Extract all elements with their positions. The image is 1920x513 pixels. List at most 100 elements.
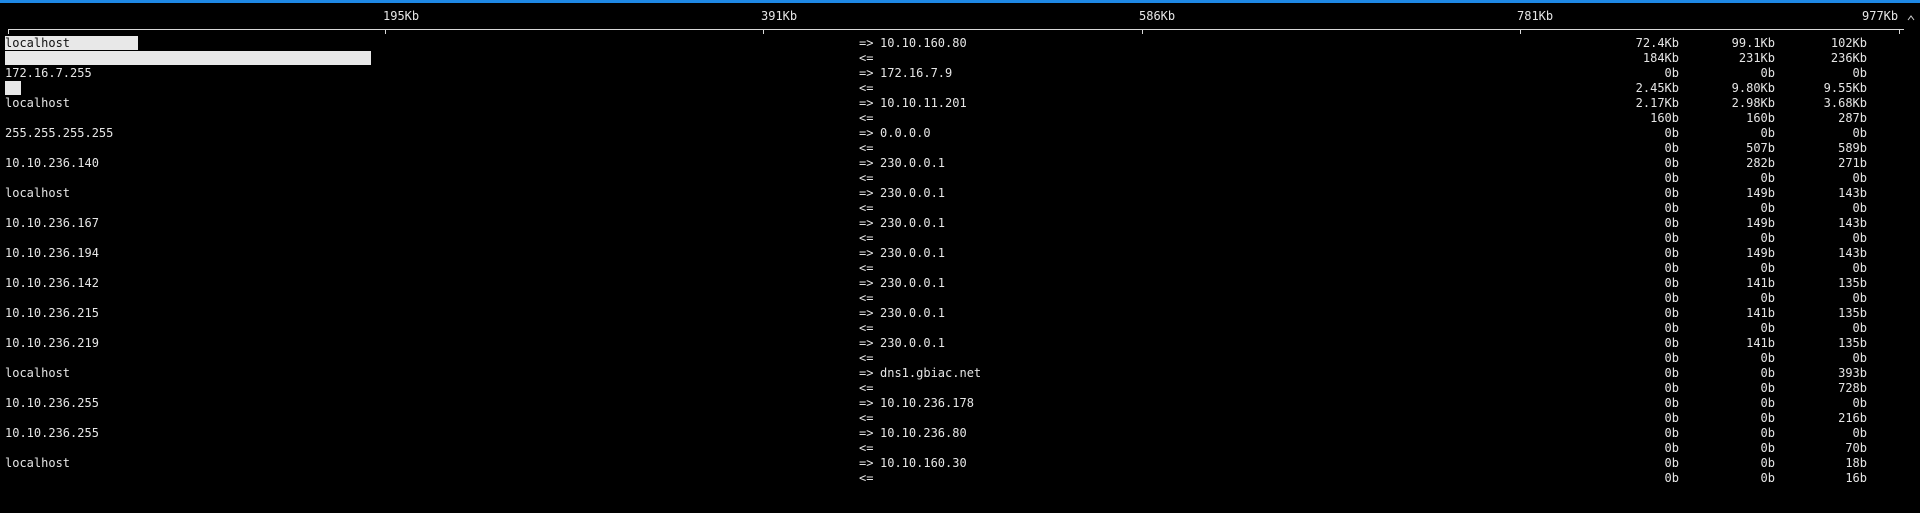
inbound-arrow: <= — [859, 441, 874, 455]
scale-tick — [1899, 29, 1900, 34]
destination-host: 230.0.0.1 — [880, 216, 946, 230]
recv-rate-2s: 0b — [1664, 381, 1679, 395]
outbound-arrow: => — [859, 456, 874, 470]
destination-host: 10.10.160.80 — [880, 36, 967, 50]
send-rate-2s: 0b — [1664, 186, 1679, 200]
recv-rate-2s: 0b — [1664, 321, 1679, 335]
send-rate-2s: 0b — [1664, 336, 1679, 350]
send-rate-10s: 149b — [1746, 186, 1775, 200]
source-host: 10.10.236.219 — [5, 336, 99, 350]
source-host: 10.10.236.194 — [5, 246, 99, 260]
send-rate-40s: 393b — [1838, 366, 1867, 380]
destination-host: 230.0.0.1 — [880, 306, 946, 320]
send-rate-2s: 0b — [1664, 156, 1679, 170]
recv-rate-2s: 0b — [1664, 411, 1679, 425]
outbound-arrow: => — [859, 366, 874, 380]
recv-rate-10s: 0b — [1760, 381, 1775, 395]
send-rate-2s: 0b — [1664, 456, 1679, 470]
outbound-arrow: => — [859, 36, 874, 50]
inbound-arrow: <= — [859, 381, 874, 395]
send-rate-2s: 0b — [1664, 396, 1679, 410]
recv-rate-2s: 0b — [1664, 171, 1679, 185]
outbound-arrow: => — [859, 246, 874, 260]
outbound-arrow: => — [859, 186, 874, 200]
send-rate-10s: 0b — [1760, 66, 1775, 80]
send-rate-2s: 0b — [1664, 246, 1679, 260]
recv-rate-10s: 507b — [1746, 141, 1775, 155]
outbound-arrow: => — [859, 216, 874, 230]
scale-label: 781Kb — [1517, 9, 1554, 23]
outbound-arrow: => — [859, 306, 874, 320]
inbound-arrow: <= — [859, 321, 874, 335]
send-rate-10s: 0b — [1760, 126, 1775, 140]
source-host: localhost — [5, 456, 71, 470]
scale-tick — [1520, 29, 1521, 34]
outbound-arrow: => — [859, 96, 874, 110]
inbound-arrow: <= — [859, 201, 874, 215]
destination-host: 230.0.0.1 — [880, 156, 946, 170]
source-host: 255.255.255.255 — [5, 126, 114, 140]
recv-rate-2s: 0b — [1664, 291, 1679, 305]
inbound-arrow: <= — [859, 471, 874, 485]
outbound-arrow: => — [859, 336, 874, 350]
recv-rate-40s: 216b — [1838, 411, 1867, 425]
send-rate-40s: 135b — [1838, 336, 1867, 350]
source-host: 172.16.7.255 — [5, 66, 92, 80]
send-rate-10s: 141b — [1746, 306, 1775, 320]
recv-rate-2s: 2.45Kb — [1635, 81, 1679, 95]
outbound-arrow: => — [859, 156, 874, 170]
outbound-arrow: => — [859, 66, 874, 80]
window-top-accent — [0, 0, 1920, 3]
send-rate-10s: 99.1Kb — [1731, 36, 1775, 50]
send-rate-40s: 143b — [1838, 216, 1867, 230]
send-rate-10s: 0b — [1760, 396, 1775, 410]
inbound-arrow: <= — [859, 81, 874, 95]
recv-rate-bar — [5, 81, 21, 95]
destination-host: 230.0.0.1 — [880, 276, 946, 290]
recv-rate-40s: 0b — [1852, 171, 1867, 185]
send-rate-10s: 149b — [1746, 216, 1775, 230]
recv-rate-40s: 70b — [1845, 441, 1867, 455]
recv-rate-10s: 0b — [1760, 261, 1775, 275]
scale-label: 977Kb — [1862, 9, 1899, 23]
recv-rate-10s: 0b — [1760, 321, 1775, 335]
recv-rate-10s: 0b — [1760, 171, 1775, 185]
send-rate-40s: 102Kb — [1830, 36, 1867, 50]
send-rate-10s: 282b — [1746, 156, 1775, 170]
scale-tick — [385, 29, 386, 34]
recv-rate-2s: 0b — [1664, 471, 1679, 485]
send-rate-40s: 0b — [1852, 126, 1867, 140]
scale-label: 391Kb — [761, 9, 798, 23]
source-host: 10.10.236.167 — [5, 216, 99, 230]
inbound-arrow: <= — [859, 111, 874, 125]
recv-rate-10s: 0b — [1760, 441, 1775, 455]
recv-rate-40s: 0b — [1852, 201, 1867, 215]
recv-rate-2s: 0b — [1664, 141, 1679, 155]
recv-rate-2s: 184Kb — [1642, 51, 1679, 65]
recv-rate-2s: 0b — [1664, 441, 1679, 455]
send-rate-10s: 149b — [1746, 246, 1775, 260]
send-rate-2s: 0b — [1664, 366, 1679, 380]
recv-rate-10s: 0b — [1760, 411, 1775, 425]
source-host: localhost — [5, 36, 71, 50]
send-rate-2s: 0b — [1664, 126, 1679, 140]
inbound-arrow: <= — [859, 141, 874, 155]
scale-tick — [1142, 29, 1143, 34]
recv-rate-40s: 0b — [1852, 231, 1867, 245]
send-rate-2s: 0b — [1664, 66, 1679, 80]
recv-rate-40s: 16b — [1845, 471, 1867, 485]
destination-host: 10.10.11.201 — [880, 96, 967, 110]
recv-rate-10s: 0b — [1760, 291, 1775, 305]
inbound-arrow: <= — [859, 351, 874, 365]
inbound-arrow: <= — [859, 171, 874, 185]
send-rate-2s: 72.4Kb — [1635, 36, 1679, 50]
send-rate-40s: 135b — [1838, 306, 1867, 320]
recv-rate-40s: 287b — [1838, 111, 1867, 125]
source-host: 10.10.236.255 — [5, 396, 99, 410]
recv-rate-2s: 0b — [1664, 351, 1679, 365]
recv-rate-10s: 0b — [1760, 231, 1775, 245]
recv-rate-2s: 0b — [1664, 261, 1679, 275]
scroll-up-icon[interactable] — [1906, 8, 1916, 28]
inbound-arrow: <= — [859, 291, 874, 305]
source-host: 10.10.236.255 — [5, 426, 99, 440]
